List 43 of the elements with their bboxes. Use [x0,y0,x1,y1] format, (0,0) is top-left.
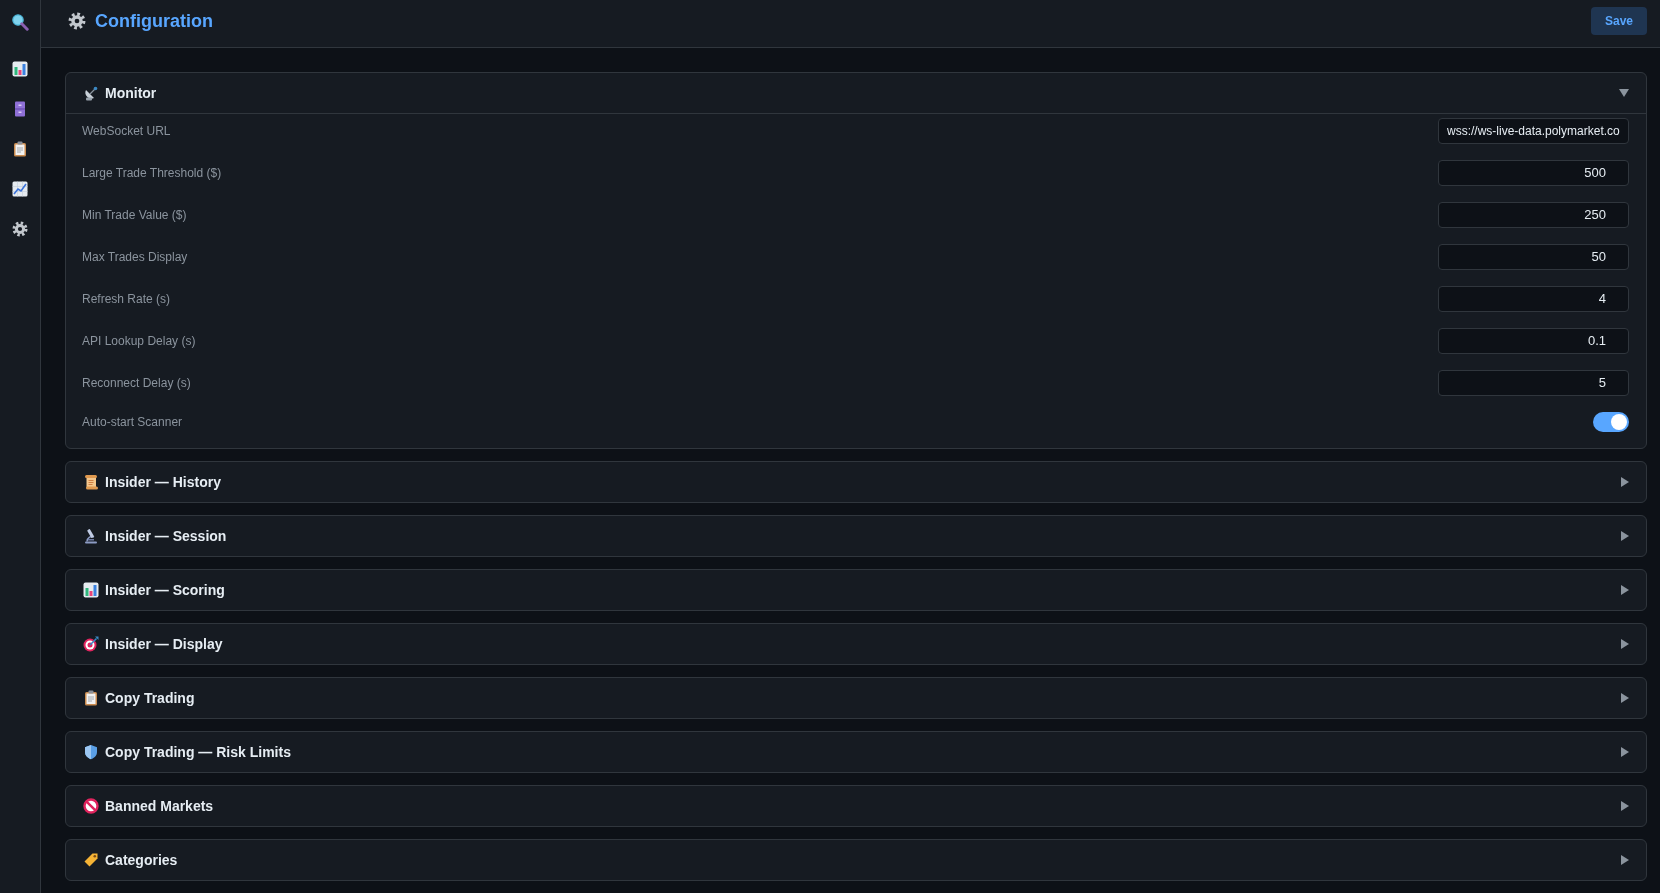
section-header[interactable]: Copy Trading [66,678,1646,718]
settings-icon [68,12,86,30]
field-label: API Lookup Delay (s) [82,333,196,350]
field-label: Reconnect Delay (s) [82,375,191,392]
prohibited-icon [83,798,99,814]
search-icon[interactable] [11,13,29,31]
bar-chart-icon [83,582,99,598]
section-header[interactable]: Banned Markets [66,786,1646,826]
section-header[interactable]: Categories [66,840,1646,880]
toggle-switch[interactable] [1593,412,1629,432]
clipboard-icon [83,690,99,706]
section-header[interactable]: Insider — Session [66,516,1646,556]
field-label: Large Trade Threshold ($) [82,165,222,182]
field-label: WebSocket URL [82,123,171,140]
bar-chart-icon[interactable] [12,61,28,77]
section-header[interactable]: Insider — Display [66,624,1646,664]
section-header[interactable]: Copy Trading — Risk Limits [66,732,1646,772]
file-cabinet-icon[interactable] [12,101,28,117]
section-header[interactable]: Insider — History [66,462,1646,502]
shield-icon [83,744,99,760]
input-field[interactable]: wss://ws-live-data.polymarket.co [1438,118,1629,144]
field-label: Refresh Rate (s) [82,291,171,308]
settings-icon[interactable] [12,221,28,237]
field-label: Min Trade Value ($) [82,207,187,224]
input-field[interactable]: 500 [1438,160,1629,186]
save-button[interactable]: Save [1590,7,1647,35]
target-icon [83,636,99,652]
section-header[interactable]: Insider — Scoring [66,570,1646,610]
section-header[interactable]: Monitor [66,73,1646,113]
input-field[interactable]: 5 [1438,370,1629,396]
input-field[interactable]: 50 [1438,244,1629,270]
input-field[interactable]: 4 [1438,286,1629,312]
field-label: Auto-start Scanner [82,414,183,431]
clipboard-icon[interactable] [12,141,28,157]
input-field[interactable]: 0.1 [1438,328,1629,354]
tag-icon [83,852,99,868]
line-chart-icon[interactable] [12,181,28,197]
field-label: Max Trades Display [82,249,188,266]
page-title: Configuration [95,9,213,33]
input-field[interactable]: 250 [1438,202,1629,228]
scroll-icon [83,474,99,490]
microscope-icon [83,528,99,544]
satellite-dish-icon [83,85,99,101]
